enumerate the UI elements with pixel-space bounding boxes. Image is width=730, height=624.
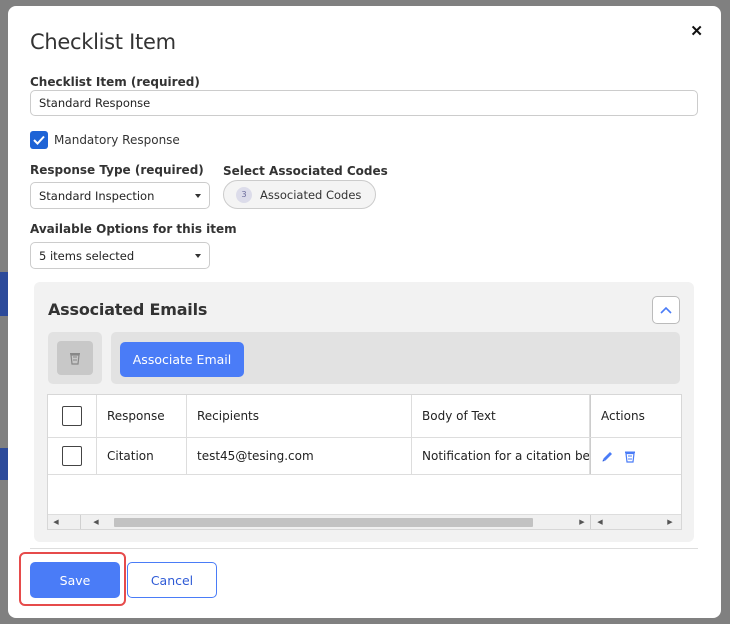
chevron-down-icon xyxy=(195,254,201,258)
scroll-left-icon[interactable]: ◀ xyxy=(592,518,608,526)
table-row: Citation test45@tesing.com Notification … xyxy=(48,438,681,475)
checklist-item-input[interactable] xyxy=(30,90,698,116)
scroll-left-icon[interactable]: ◀ xyxy=(48,518,64,526)
horizontal-scrollbar[interactable]: ◀ ◀ ▶ ◀ ▶ xyxy=(48,514,681,529)
response-type-select[interactable]: Standard Inspection xyxy=(30,182,210,209)
trash-icon[interactable] xyxy=(624,450,636,463)
trash-icon xyxy=(70,353,80,365)
scroll-right-icon[interactable]: ▶ xyxy=(574,518,590,526)
delete-selected-button[interactable] xyxy=(48,332,102,384)
associated-emails-panel: Associated Emails Associate Email Respon… xyxy=(34,282,694,542)
scrollbar-thumb[interactable] xyxy=(114,518,533,527)
associated-emails-title: Associated Emails xyxy=(48,300,208,319)
associated-codes-button-label: Associated Codes xyxy=(260,187,362,202)
pencil-icon[interactable] xyxy=(601,450,614,463)
collapse-button[interactable] xyxy=(652,296,680,324)
response-type-value: Standard Inspection xyxy=(39,188,155,203)
emails-grid: Response Recipients Body of Text Actions… xyxy=(47,394,682,530)
column-header-actions: Actions xyxy=(590,395,681,437)
mandatory-response-checkbox[interactable]: Mandatory Response xyxy=(30,131,180,149)
column-header-body[interactable]: Body of Text xyxy=(412,395,590,437)
emails-toolbar: Associate Email xyxy=(111,332,680,384)
cancel-button[interactable]: Cancel xyxy=(127,562,217,598)
cell-body: Notification for a citation being xyxy=(412,438,590,474)
associated-codes-button[interactable]: 3 Associated Codes xyxy=(223,180,376,209)
select-all-checkbox[interactable] xyxy=(62,406,82,426)
column-header-response[interactable]: Response xyxy=(97,395,187,437)
scroll-left-icon[interactable]: ◀ xyxy=(88,518,104,526)
cell-recipients: test45@tesing.com xyxy=(187,438,412,474)
checklist-item-modal: Checklist Item ✕ Checklist Item (require… xyxy=(8,6,721,618)
footer-divider xyxy=(30,548,698,549)
grid-header-row: Response Recipients Body of Text Actions xyxy=(48,395,681,438)
available-options-value: 5 items selected xyxy=(39,248,135,263)
associated-codes-label: Select Associated Codes xyxy=(223,164,388,178)
close-icon[interactable]: ✕ xyxy=(690,22,703,40)
cell-response: Citation xyxy=(97,438,187,474)
column-header-recipients[interactable]: Recipients xyxy=(187,395,412,437)
scroll-right-icon[interactable]: ▶ xyxy=(662,518,678,526)
checkmark-icon[interactable] xyxy=(30,131,48,149)
chevron-up-icon xyxy=(660,306,672,314)
associate-email-button[interactable]: Associate Email xyxy=(120,342,244,377)
available-options-select[interactable]: 5 items selected xyxy=(30,242,210,269)
modal-title: Checklist Item xyxy=(30,30,176,54)
available-options-label: Available Options for this item xyxy=(30,222,237,236)
response-type-label: Response Type (required) xyxy=(30,163,204,177)
chevron-down-icon xyxy=(195,194,201,198)
row-checkbox[interactable] xyxy=(62,446,82,466)
codes-count-badge: 3 xyxy=(236,186,252,203)
checklist-item-label: Checklist Item (required) xyxy=(30,75,200,89)
mandatory-response-label: Mandatory Response xyxy=(54,133,180,147)
save-button[interactable]: Save xyxy=(30,562,120,598)
row-actions xyxy=(590,438,681,474)
